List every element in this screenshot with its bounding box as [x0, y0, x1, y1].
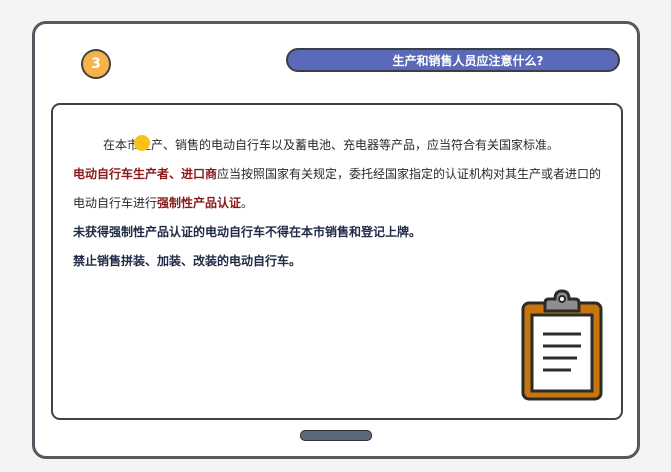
ccc-highlight: 强制性产品认证 [157, 196, 242, 210]
paragraph-standards: 在本市生产、销售的电动自行车以及蓄电池、充电器等产品，应当符合有关国家标准。 [103, 138, 560, 152]
cursor-dot [134, 135, 150, 151]
step-number-badge: 3 [81, 49, 111, 79]
paragraph-modification-ban: 禁止销售拼装、加装、改装的电动自行车。 [73, 254, 302, 268]
paragraph-sale-ban: 未获得强制性产品认证的电动自行车不得在本市销售和登记上牌。 [73, 225, 422, 239]
section-title: 生产和销售人员应注意什么? [286, 48, 620, 72]
producer-importer-highlight: 电动自行车生产者、进口商 [73, 167, 218, 181]
paragraph-certification: 电动自行车生产者、进口商应当按照国家有关规定，委托经国家指定的认证机构对其生产或… [73, 160, 613, 218]
content-text: 在本市生产、销售的电动自行车以及蓄电池、充电器等产品，应当符合有关国家标准。 电… [73, 131, 613, 276]
clipboard-icon [521, 289, 603, 401]
home-indicator-bar[interactable] [300, 430, 372, 441]
section-title-text: 生产和销售人员应注意什么? [392, 53, 544, 68]
certification-period: 。 [241, 196, 254, 210]
